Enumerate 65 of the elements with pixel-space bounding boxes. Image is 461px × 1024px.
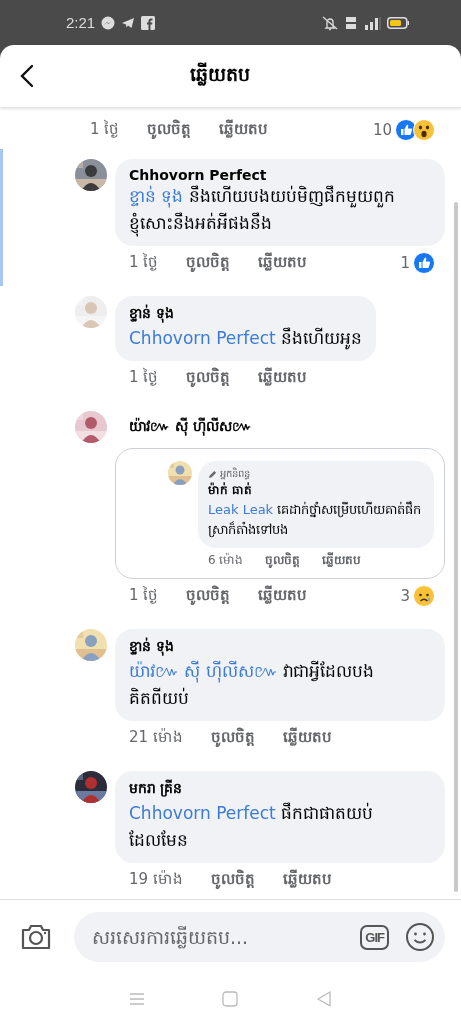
comment-text: Chhovorn Perfect នឹងហើយអូន xyxy=(129,326,363,352)
reply-link[interactable]: ឆ្លើយតប xyxy=(258,252,308,274)
page-title: ឆ្លើយតប xyxy=(188,62,251,88)
reaction-count: 1 xyxy=(400,254,410,272)
shared-comment-card[interactable]: អ្នកនិពន្ធ ម៉ាក់ ធាត់ Leak Leak គេដាក់ថ្នាំសម្រើបហើយគាត់ផឹកស្រាក៏តាំងទៅបង 6 ម៉ោង ចូលចិត្ត ឆ្លើយតប xyxy=(115,448,445,579)
status-time: 2:21 xyxy=(66,14,96,31)
reply-link[interactable]: ឆ្លើយតប xyxy=(322,552,362,570)
comment-text: ខ្ទាន់ ទុង នឹងហើយបងយប់មិញផឹកមួយពួកខ្ញុំសោះនឹងអត់អីផងនឹង xyxy=(129,183,431,237)
reply-link[interactable]: ឆ្លើយតប xyxy=(282,869,332,891)
mention-link[interactable]: ខ្ទាន់ ទុង xyxy=(129,186,184,206)
camera-icon xyxy=(20,923,52,951)
like-icon xyxy=(413,252,435,274)
comment-text: Chhovorn Perfect ផឹកជាផាតយប់ដែលមែន xyxy=(129,801,375,852)
reaction-count: 3 xyxy=(400,587,410,605)
battery-icon xyxy=(387,16,409,29)
mention-link[interactable]: Leak Leak xyxy=(208,502,274,517)
comment-time: 6 ម៉ោង xyxy=(208,552,244,569)
comment-author: Chhovorn Perfect xyxy=(129,167,268,183)
reaction-count: 10 xyxy=(372,121,392,139)
gif-button[interactable]: GIF xyxy=(360,924,389,950)
camera-button[interactable] xyxy=(20,923,52,951)
mention-link[interactable]: Chhovorn Perfect xyxy=(129,803,276,823)
author-label: អ្នកនិពន្ធ xyxy=(220,467,250,482)
comment-time: 1 ថ្ងៃ xyxy=(129,367,159,388)
comment-author: ខ្ទាន់ ទុង xyxy=(129,304,175,325)
comment-time: 21 ម៉ោង xyxy=(129,727,183,748)
reply-field[interactable]: សរសេរការឆ្លើយតប... GIF xyxy=(74,912,445,962)
mention-link[interactable]: Chhovorn Perfect xyxy=(129,328,276,348)
like-link[interactable]: ចូលចិត្ត xyxy=(210,727,255,749)
comment-text: Leak Leak គេដាក់ថ្នាំសម្រើបហើយគាត់ផឹកស្រាក៏តាំងទៅបង xyxy=(208,500,423,540)
like-link[interactable]: ចូលចិត្ត xyxy=(186,367,231,389)
like-link[interactable]: ចូលចិត្ត xyxy=(186,252,231,274)
emoji-button[interactable] xyxy=(405,922,435,952)
signal-icon xyxy=(363,14,381,31)
like-link[interactable]: ចូលចិត្ត xyxy=(210,869,255,891)
pencil-icon xyxy=(208,470,217,479)
reply-link[interactable]: ឆ្លើយតប xyxy=(282,727,332,749)
mention-link[interactable]: យ៉ាវ៚ ស៊ី ហ៊ីលីស៚ xyxy=(129,661,278,681)
comment-author: យ៉ាវ៚ ស៊ី ហ៊ីលីស៚ xyxy=(128,416,253,438)
comment-time: 1 ថ្ងៃ xyxy=(129,585,159,606)
reply-link[interactable]: ឆ្លើយតប xyxy=(258,585,308,607)
like-link[interactable]: ចូលចិត្ត xyxy=(147,119,192,141)
wow-emoji-icon xyxy=(413,119,435,141)
reply-link[interactable]: ឆ្លើយតប xyxy=(258,367,308,389)
comment-time: 1 ថ្ងៃ xyxy=(129,252,159,273)
like-link[interactable]: ចូលចិត្ត xyxy=(265,552,301,570)
messenger-icon xyxy=(101,15,116,30)
sad-emoji-icon xyxy=(413,585,435,607)
comment-text: យ៉ាវ៚ ស៊ី ហ៊ីលីស៚ វាជាអ្វីដែលបងគិតពីយប់ xyxy=(129,659,376,710)
comment-author: ខ្ទាន់ ទុង xyxy=(129,637,175,658)
scrollbar[interactable] xyxy=(454,202,458,892)
triangle-icon xyxy=(316,990,333,1008)
mute-icon xyxy=(321,14,339,31)
menu-icon xyxy=(128,992,145,1006)
comment-author: មករា គ្រីន xyxy=(129,779,183,799)
smiley-icon xyxy=(405,922,435,952)
back-icon xyxy=(20,64,34,88)
comment-author: ម៉ាក់ ធាត់ xyxy=(208,482,254,499)
facebook-icon xyxy=(141,15,156,30)
telegram-icon xyxy=(121,15,136,30)
square-icon xyxy=(222,991,239,1007)
comment-time: 1 ថ្ងៃ xyxy=(90,119,120,140)
comment-time: 19 ម៉ោង xyxy=(129,869,183,890)
like-link[interactable]: ចូលចិត្ត xyxy=(186,585,231,607)
reply-link[interactable]: ឆ្លើយតប xyxy=(219,119,269,141)
